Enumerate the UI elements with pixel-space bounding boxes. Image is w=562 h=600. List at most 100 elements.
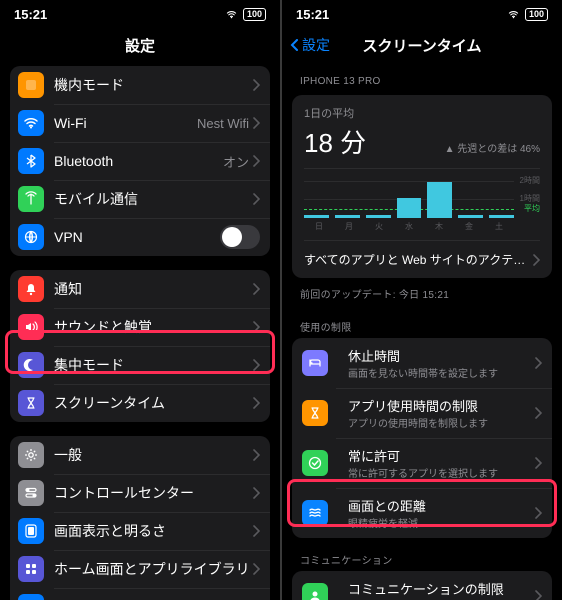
status-time: 15:21 <box>296 7 329 22</box>
wifi-status-icon <box>506 9 521 20</box>
chart-bar <box>397 198 422 218</box>
chart-bar <box>366 215 391 218</box>
chevron-right-icon <box>533 254 540 266</box>
settings-row-コントロールセンター[interactable]: コントロールセンター <box>10 474 270 512</box>
chart-xlabel: 土 <box>484 221 514 232</box>
screentime-screen: 15:21 100 設定 スクリーンタイム IPHONE 13 PRO 1日の平… <box>282 0 562 600</box>
status-bar: 15:21 100 <box>0 0 280 28</box>
row-subtitle: 常に許可するアプリを選択します <box>348 465 535 480</box>
chart-bar <box>458 215 483 218</box>
moon-icon <box>18 352 44 378</box>
settings-screen: 15:21 100 設定 機内モードWi-FiNest WifiBluetoot… <box>0 0 280 600</box>
avg-label: 1日の平均 <box>304 105 540 121</box>
switches-icon <box>18 480 44 506</box>
device-header: IPHONE 13 PRO <box>282 62 562 91</box>
all-activity-link[interactable]: すべてのアプリと Web サイトのアクテ… <box>304 240 540 268</box>
settings-row-ホーム画面とアプリライブラリ[interactable]: ホーム画面とアプリライブラリ <box>10 550 270 588</box>
nav-bar: 設定 スクリーンタイム <box>282 28 562 62</box>
settings-row-VPN[interactable]: VPN <box>10 218 270 256</box>
settings-row-通知[interactable]: 通知 <box>10 270 270 308</box>
settings-row-Bluetooth[interactable]: Bluetoothオン <box>10 142 270 180</box>
status-bar: 15:21 100 <box>282 0 562 28</box>
avg-diff: ▲ 先週との差は 46% <box>445 140 540 155</box>
chart-xlabel: 月 <box>334 221 364 232</box>
status-time: 15:21 <box>14 7 47 22</box>
row-value: Nest Wifi <box>197 116 249 131</box>
row-label: ホーム画面とアプリライブラリ <box>54 559 253 579</box>
row-label: サウンドと触覚 <box>54 317 253 337</box>
bed-icon <box>302 350 328 376</box>
screentime-row-check[interactable]: 常に許可常に許可するアプリを選択します <box>292 438 552 488</box>
settings-row-スクリーンタイム[interactable]: スクリーンタイム <box>10 384 270 422</box>
chart-xlabel: 日 <box>304 221 334 232</box>
settings-row-一般[interactable]: 一般 <box>10 436 270 474</box>
nav-title: 設定 <box>125 35 155 56</box>
nav-bar: 設定 <box>0 28 280 62</box>
row-title: コミュニケーションの制限 <box>348 579 535 598</box>
chart-bar <box>335 215 360 218</box>
row-label: Bluetooth <box>54 153 223 169</box>
check-icon <box>302 450 328 476</box>
row-label: スクリーンタイム <box>54 393 253 413</box>
settings-row-サウンドと触覚[interactable]: サウンドと触覚 <box>10 308 270 346</box>
battery-indicator: 100 <box>243 8 266 21</box>
row-label: 一般 <box>54 445 253 465</box>
row-label: コントロールセンター <box>54 483 253 503</box>
comm-header: コミュニケーション <box>282 538 562 571</box>
row-label: 通知 <box>54 279 253 299</box>
settings-row-モバイル通信[interactable]: モバイル通信 <box>10 180 270 218</box>
person-icon <box>302 583 328 600</box>
row-label: 集中モード <box>54 355 253 375</box>
hourglass-icon <box>302 400 328 426</box>
settings-row-Wi-Fi[interactable]: Wi-FiNest Wifi <box>10 104 270 142</box>
globe-icon <box>18 224 44 250</box>
settings-row-画面表示と明るさ[interactable]: 画面表示と明るさ <box>10 512 270 550</box>
row-label: Wi-Fi <box>54 115 197 131</box>
chart-xlabel: 金 <box>454 221 484 232</box>
bluetooth-icon <box>18 148 44 174</box>
row-subtitle: 眼精疲労を軽減 <box>348 515 535 530</box>
toggle[interactable] <box>220 225 260 249</box>
row-title: 常に許可 <box>348 446 535 465</box>
screentime-row-waves[interactable]: 画面との距離眼精疲労を軽減 <box>292 488 552 538</box>
row-title: 休止時間 <box>348 346 535 365</box>
avg-value: 18 分 <box>304 123 366 160</box>
placeholder-icon <box>18 72 44 98</box>
row-label: 画面表示と明るさ <box>54 521 253 541</box>
usage-card[interactable]: 1日の平均 18 分 ▲ 先週との差は 46% 2時間 1時間 平均 日月火水木… <box>292 95 552 278</box>
waves-icon <box>302 500 328 526</box>
row-value: オン <box>223 152 249 171</box>
screentime-row-bed[interactable]: 休止時間画面を見ない時間帯を設定します <box>292 338 552 388</box>
limits-header: 使用の制限 <box>282 305 562 338</box>
wifi-status-icon <box>224 9 239 20</box>
hourglass-icon <box>18 390 44 416</box>
gear-icon <box>18 442 44 468</box>
back-button[interactable]: 設定 <box>290 35 330 55</box>
row-subtitle: 画面を見ない時間帯を設定します <box>348 365 535 380</box>
back-label: 設定 <box>302 35 330 55</box>
chevron-left-icon <box>290 39 300 51</box>
speaker-icon <box>18 314 44 340</box>
wifi-icon <box>18 110 44 136</box>
accessibility-icon <box>18 594 44 600</box>
row-label: 機内モード <box>54 75 253 95</box>
row-subtitle: アプリの使用時間を制限します <box>348 415 535 430</box>
bell-icon <box>18 276 44 302</box>
row-label: VPN <box>54 229 220 245</box>
screentime-row-person[interactable]: コミュニケーションの制限連絡先に基づいて制限を設定します <box>292 571 552 600</box>
chart-xlabel: 火 <box>364 221 394 232</box>
chart-bar <box>489 215 514 218</box>
antenna-icon <box>18 186 44 212</box>
brightness-icon <box>18 518 44 544</box>
chart-bar <box>427 182 452 218</box>
settings-row-集中モード[interactable]: 集中モード <box>10 346 270 384</box>
settings-row-機内モード[interactable]: 機内モード <box>10 66 270 104</box>
row-title: 画面との距離 <box>348 496 535 515</box>
row-title: アプリ使用時間の制限 <box>348 396 535 415</box>
screentime-row-hourglass[interactable]: アプリ使用時間の制限アプリの使用時間を制限します <box>292 388 552 438</box>
settings-row-アクセシビリティ[interactable]: アクセシビリティ <box>10 588 270 600</box>
usage-chart: 2時間 1時間 平均 日月火水木金土 <box>304 168 540 232</box>
updated-label: 前回のアップデート: 今日 15:21 <box>282 278 562 305</box>
chart-xlabel: 水 <box>394 221 424 232</box>
battery-indicator: 100 <box>525 8 548 21</box>
